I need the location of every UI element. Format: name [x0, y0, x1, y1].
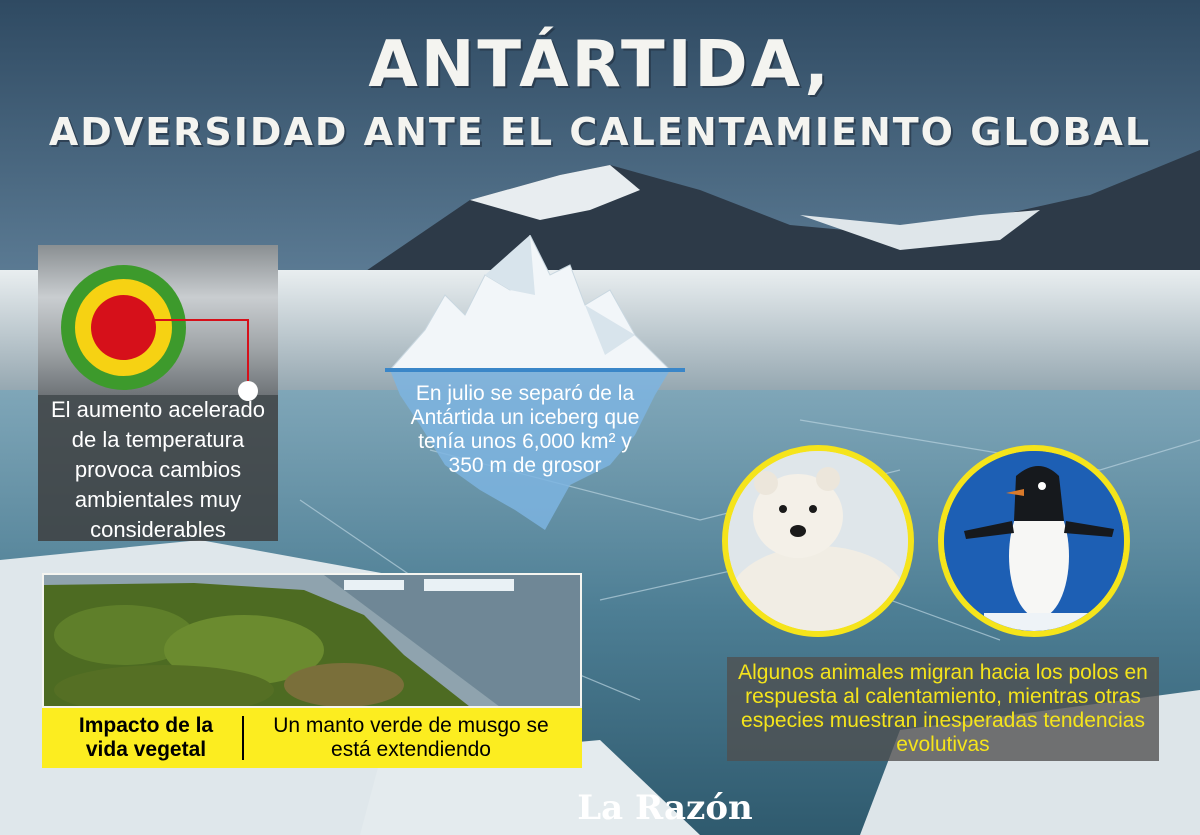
- leader-dot: [238, 381, 258, 401]
- iceberg-text: En julio se separó de la Antártida un ic…: [410, 382, 640, 477]
- plant-heading: Impacto de la vida vegetal: [78, 714, 214, 761]
- caption-divider: [242, 716, 244, 760]
- plant-panel: Impacto de la vida vegetal Un manto verd…: [42, 573, 582, 768]
- moss-photo: [42, 573, 582, 708]
- brand-logo: La Razón: [577, 788, 753, 828]
- animals-text: Algunos animales migran hacia los polos …: [727, 657, 1159, 761]
- polar-bear-icon: [722, 445, 914, 637]
- temperature-target-icon: [61, 265, 186, 390]
- temperature-text: El aumento acelerado de la temperatura p…: [50, 397, 266, 542]
- leader-line: [123, 319, 249, 321]
- plant-caption-bar: Impacto de la vida vegetal Un manto verd…: [42, 708, 582, 768]
- leader-line: [247, 319, 249, 385]
- page-title: Antártida,: [368, 28, 832, 102]
- page-subtitle: Adversidad ante el calentamiento global: [48, 110, 1152, 154]
- plant-text: Un manto verde de musgo se está extendie…: [273, 714, 549, 761]
- penguin-icon: [938, 445, 1130, 637]
